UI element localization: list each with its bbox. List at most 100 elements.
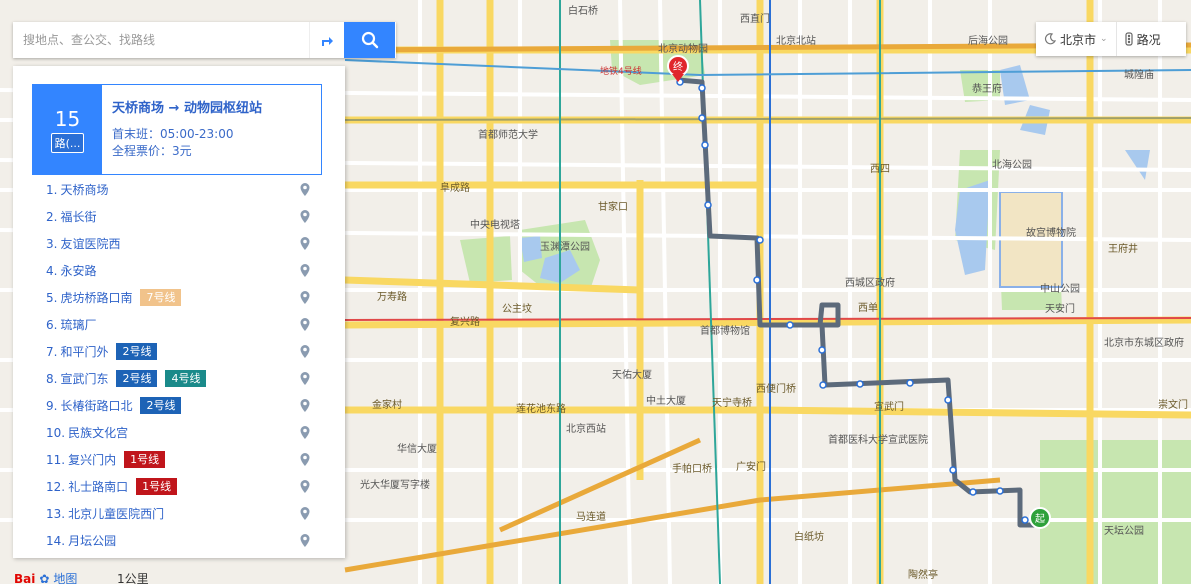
stop-item[interactable]: 1. 天桥商场 — [32, 176, 322, 203]
label-tiananmen: 天安门 — [1045, 302, 1075, 315]
map-pin-icon[interactable] — [300, 318, 310, 331]
stop-index: 12. — [46, 479, 66, 494]
map-pin-icon[interactable] — [300, 291, 310, 304]
label-xizhimen: 西直门 — [740, 12, 770, 25]
label-medical: 首都医科大学宣武医院 — [828, 433, 928, 446]
city-name: 北京市 — [1060, 32, 1097, 47]
search-input[interactable] — [13, 23, 309, 57]
label-taoranting: 陶然亭 — [908, 568, 938, 581]
traffic-toggle[interactable]: 路况 — [1117, 22, 1169, 56]
stop-item[interactable]: 14. 月坛公园 — [32, 527, 322, 554]
metro-line-tag: 4号线 — [165, 370, 207, 387]
start-badge-label: 起 — [1035, 513, 1045, 525]
stop-item[interactable]: 2. 福长街 — [32, 203, 322, 230]
label-wanshoulu: 万寿路 — [377, 290, 407, 303]
stop-index: 9. — [46, 398, 58, 413]
label-yuyuantan: 玉渊潭公园 — [540, 241, 590, 253]
bus-service-hours: 首末班：05:00-23:00 — [112, 127, 234, 141]
label-guangan: 广安门 — [736, 460, 766, 473]
stop-name: 和平门外 — [60, 345, 109, 359]
stop-item[interactable]: 4. 永安路 — [32, 257, 322, 284]
label-fucheng: 阜成路 — [440, 181, 470, 194]
traffic-label: 路况 — [1136, 32, 1161, 47]
stop-item[interactable]: 7. 和平门外 2号线 — [32, 338, 322, 365]
label-north-station: 北京北站 — [776, 34, 816, 47]
map-pin-icon[interactable] — [300, 399, 310, 412]
bus-header[interactable]: 15 路(... 天桥商场 → 动物园枢纽站 首末班：05:00-23:00 全… — [32, 84, 322, 175]
label-chenghuang: 城隍庙 — [1124, 68, 1154, 81]
stop-item[interactable]: 12. 礼士路南口 1号线 — [32, 473, 322, 500]
label-xidan: 西单 — [858, 302, 878, 314]
stop-name: 永安路 — [60, 264, 97, 278]
stop-index: 4. — [46, 263, 58, 278]
label-chongwen: 崇文门 — [1158, 398, 1188, 411]
stop-index: 1. — [46, 182, 58, 197]
label-baizhifang: 白纸坊 — [794, 530, 824, 543]
label-xicheng-gov: 西城区政府 — [845, 276, 895, 289]
map-pin-icon[interactable] — [300, 237, 310, 250]
label-lianhuachi: 莲花池东路 — [516, 402, 566, 415]
stop-name: 民族文化宫 — [68, 426, 129, 440]
map-pin-icon[interactable] — [300, 507, 310, 520]
stop-index: 5. — [46, 290, 58, 305]
label-ganjiakou: 甘家口 — [598, 200, 628, 213]
stop-index: 10. — [46, 425, 66, 440]
city-selector[interactable]: 北京市 ⌄ — [1036, 22, 1117, 56]
chevron-down-icon: ⌄ — [1100, 34, 1108, 44]
stop-index: 2. — [46, 209, 58, 224]
label-zoo: 北京动物园 — [658, 42, 708, 55]
label-fuxing: 复兴路 — [450, 315, 480, 328]
bus-suffix: 路(... — [50, 132, 85, 153]
map-pin-icon[interactable] — [300, 183, 310, 196]
label-guangda: 光大华厦写字楼 — [360, 478, 430, 491]
stop-item[interactable]: 10. 民族文化宫 — [32, 419, 322, 446]
map-pin-icon[interactable] — [300, 453, 310, 466]
label-tv-tower: 中央电视塔 — [470, 218, 520, 231]
metro-line-tag: 7号线 — [140, 289, 182, 306]
stop-index: 8. — [46, 371, 58, 386]
stop-index: 14. — [46, 533, 66, 548]
stop-item[interactable]: 3. 友谊医院西 — [32, 230, 322, 257]
bus-title: 天桥商场 → 动物园枢纽站 — [112, 101, 262, 116]
metro-line-tag: 2号线 — [116, 370, 158, 387]
search-button[interactable] — [344, 22, 395, 58]
stop-item[interactable]: 13. 北京儿童医院西门 — [32, 500, 322, 527]
map-pin-icon[interactable] — [300, 534, 310, 547]
label-dongcheng: 北京市东城区政府 — [1104, 336, 1184, 349]
map-pin-icon[interactable] — [300, 210, 310, 223]
start-marker[interactable]: 起 — [1029, 507, 1051, 529]
label-xisi: 西四 — [870, 164, 890, 175]
label-capital-museum: 首都博物馆 — [700, 324, 750, 337]
stop-index: 6. — [46, 317, 58, 332]
stop-item[interactable]: 9. 长椿街路口北 2号线 — [32, 392, 322, 419]
stop-index: 3. — [46, 236, 58, 251]
route-button[interactable] — [309, 22, 344, 58]
stop-name: 福长街 — [60, 210, 97, 224]
label-tianyou: 天佑大厦 — [612, 368, 652, 381]
logo-text: Bai — [14, 571, 36, 584]
label-tiantan: 天坛公园 — [1104, 525, 1144, 537]
stop-name: 琉璃厂 — [60, 318, 97, 332]
stop-item[interactable]: 11. 复兴门内 1号线 — [32, 446, 322, 473]
metro-line-tag: 2号线 — [140, 397, 182, 414]
label-huaxin: 华信大厦 — [397, 442, 437, 455]
map-pin-icon[interactable] — [300, 372, 310, 385]
label-xuanwumen: 宣武门 — [874, 400, 904, 413]
map-pin-icon[interactable] — [300, 345, 310, 358]
stop-name: 月坛公园 — [68, 534, 117, 548]
map-pin-icon[interactable] — [300, 426, 310, 439]
stop-item[interactable]: 6. 琉璃厂 — [32, 311, 322, 338]
map-pin-icon[interactable] — [300, 480, 310, 493]
map-pin-icon[interactable] — [300, 264, 310, 277]
stop-name: 复兴门内 — [68, 453, 117, 467]
baidu-logo: Bai ✿ 地图 — [14, 570, 77, 584]
stop-name: 虎坊桥路口南 — [60, 291, 133, 305]
stop-item[interactable]: 5. 虎坊桥路口南 7号线 — [32, 284, 322, 311]
label-beihai: 北海公园 — [992, 158, 1032, 171]
stop-item[interactable]: 8. 宣武门东 2号线 4号线 — [32, 365, 322, 392]
label-prince-gong: 恭王府 — [972, 82, 1002, 95]
label-shoupa: 手帕口桥 — [672, 462, 712, 475]
stop-index: 13. — [46, 506, 66, 521]
label-zhongtu: 中土大厦 — [646, 394, 686, 407]
stop-name: 北京儿童医院西门 — [68, 507, 165, 521]
